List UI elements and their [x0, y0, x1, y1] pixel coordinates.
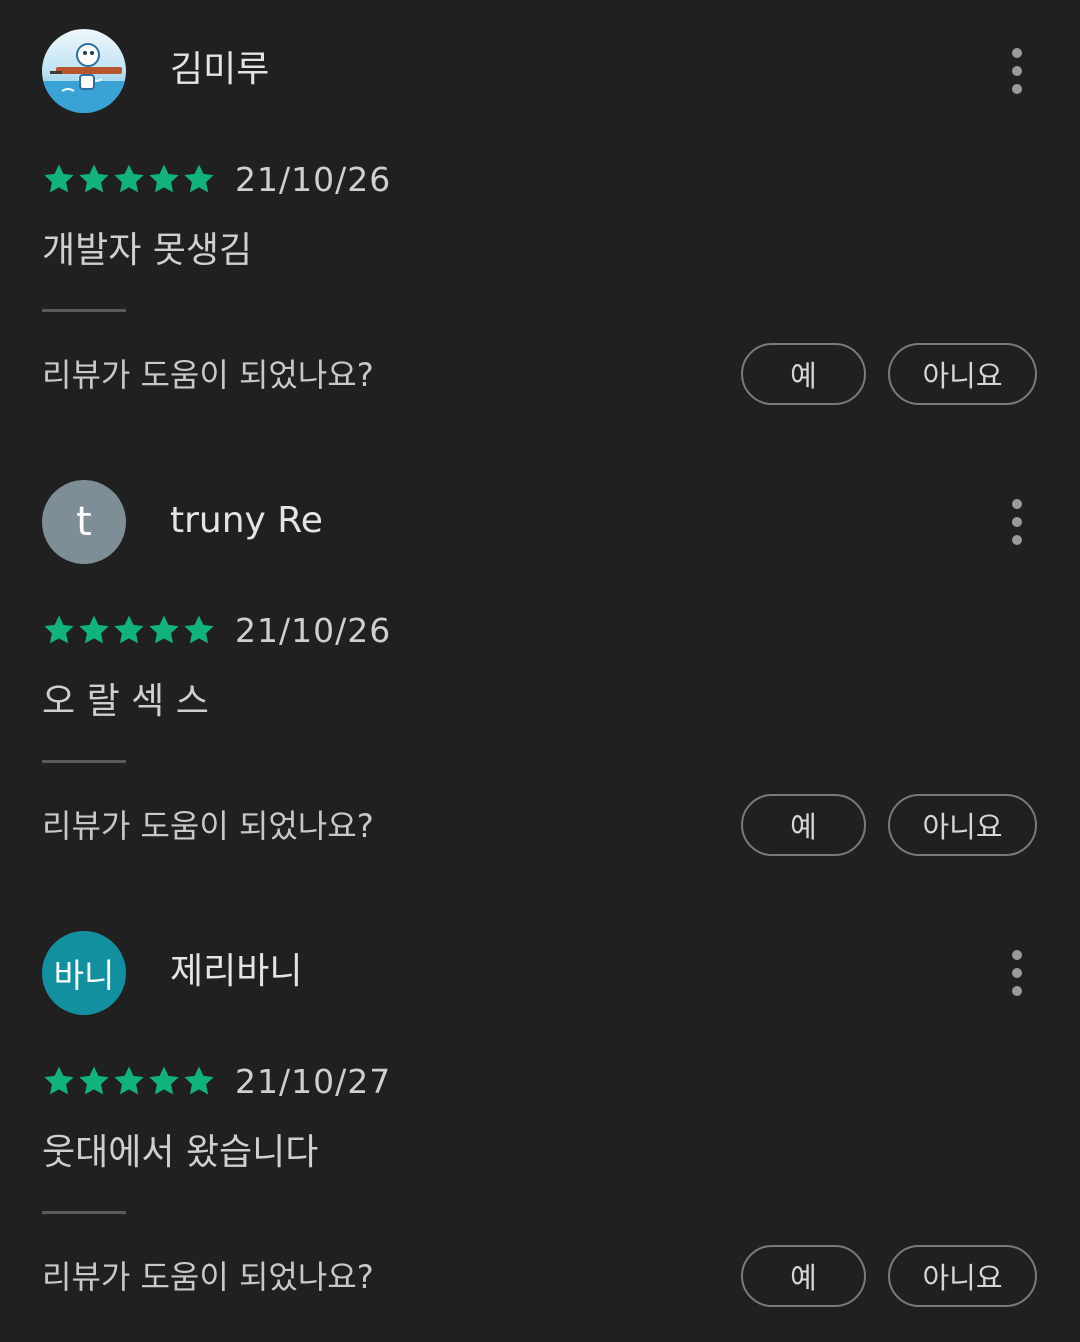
avatar[interactable]	[42, 29, 126, 113]
helpful-no-button[interactable]: 아니요	[888, 343, 1037, 405]
divider	[42, 1211, 126, 1214]
star-icon	[184, 1066, 214, 1095]
avatar-text: 바니	[53, 956, 115, 995]
review-text: 웃대에서 왔습니다	[42, 1132, 319, 1173]
star-icon	[114, 615, 144, 644]
star-icon	[149, 615, 179, 644]
review-text: 개발자 못생김	[42, 230, 253, 271]
review-date: 21/10/26	[235, 160, 392, 199]
helpful-question: 리뷰가 도움이 되었나요?	[42, 807, 374, 845]
star-icon	[149, 164, 179, 193]
helpful-no-button[interactable]: 아니요	[888, 1245, 1037, 1307]
star-icon	[149, 1066, 179, 1095]
reviewer-name: truny Re	[170, 500, 323, 541]
star-icon	[44, 164, 74, 193]
reviewer-name: 김미루	[170, 49, 270, 90]
star-icon	[114, 1066, 144, 1095]
divider	[42, 760, 126, 763]
review-card: t truny Re 21/10/26 오 랄 섹 스 리뷰가 도움이 되었나요…	[0, 451, 1080, 891]
helpful-yes-button[interactable]: 예	[741, 343, 866, 405]
star-icon	[79, 615, 109, 644]
helpful-yes-button[interactable]: 예	[741, 794, 866, 856]
more-options-icon[interactable]	[1002, 499, 1032, 545]
star-icon	[44, 1066, 74, 1095]
review-date: 21/10/26	[235, 611, 392, 650]
star-rating	[42, 1064, 217, 1098]
star-rating	[42, 613, 217, 647]
review-text: 오 랄 섹 스	[42, 681, 209, 722]
star-icon	[44, 615, 74, 644]
review-date: 21/10/27	[235, 1062, 392, 1101]
star-icon	[184, 164, 214, 193]
star-icon	[114, 164, 144, 193]
reviewer-name: 제리바니	[170, 951, 303, 992]
profile-photo-icon	[42, 29, 126, 113]
review-card: 바니 제리바니 21/10/27 웃대에서 왔습니다 리뷰가 도움이 되었나요?…	[0, 902, 1080, 1342]
more-options-icon[interactable]	[1002, 48, 1032, 94]
avatar-letter: t	[76, 499, 92, 545]
review-list: 김미루 21/10/26 개발자 못생김 리뷰가 도움이 되었나요? 예 아니요…	[0, 0, 1080, 1335]
helpful-no-button[interactable]: 아니요	[888, 794, 1037, 856]
helpful-yes-button[interactable]: 예	[741, 1245, 866, 1307]
helpful-question: 리뷰가 도움이 되었나요?	[42, 356, 374, 394]
avatar[interactable]: 바니	[42, 931, 126, 1015]
more-options-icon[interactable]	[1002, 950, 1032, 996]
helpful-question: 리뷰가 도움이 되었나요?	[42, 1258, 374, 1296]
star-icon	[79, 1066, 109, 1095]
avatar[interactable]: t	[42, 480, 126, 564]
star-icon	[184, 615, 214, 644]
review-card: 김미루 21/10/26 개발자 못생김 리뷰가 도움이 되었나요? 예 아니요	[0, 0, 1080, 440]
divider	[42, 309, 126, 312]
star-icon	[79, 164, 109, 193]
star-rating	[42, 162, 217, 196]
